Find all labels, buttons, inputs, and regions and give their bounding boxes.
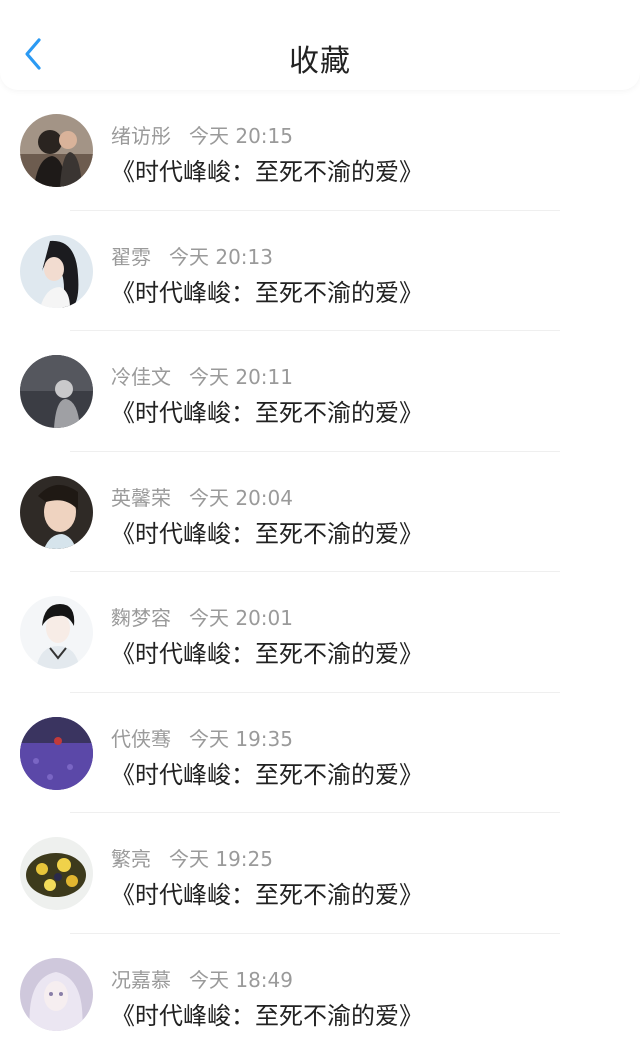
list-item[interactable]: 代侠骞 今天 19:35 《时代峰峻：至死不渝的爱》: [0, 693, 640, 813]
page-title: 收藏: [289, 44, 351, 79]
favorite-title[interactable]: 《时代峰峻：至死不渝的爱》: [111, 996, 423, 1031]
timestamp: 今天 18:49: [189, 967, 293, 992]
timestamp: 今天 20:11: [189, 365, 293, 389]
user-name: 绪访彤: [111, 124, 171, 148]
list-item[interactable]: 冷佳文 今天 20:11 《时代峰峻：至死不渝的爱》: [0, 331, 640, 452]
list-item[interactable]: 绪访彤 今天 20:15 《时代峰峻：至死不渝的爱》: [0, 90, 640, 211]
user-name: 翟雰: [111, 244, 151, 269]
timestamp: 今天 19:35: [189, 726, 293, 751]
top-bar: 收藏: [0, 0, 640, 90]
timestamp: 今天 20:04: [189, 485, 293, 510]
user-name: 英馨荣: [111, 485, 171, 510]
timestamp: 今天 20:13: [169, 244, 273, 269]
item-meta: 翟雰 今天 20:13: [111, 241, 273, 270]
list-item[interactable]: 繁亮 今天 19:25 《时代峰峻：至死不渝的爱》: [0, 813, 640, 934]
timestamp: 今天 20:01: [189, 606, 293, 630]
avatar[interactable]: [20, 716, 93, 790]
favorite-title[interactable]: 《时代峰峻：至死不渝的爱》: [111, 273, 423, 308]
item-meta: 冷佳文 今天 20:11: [111, 361, 293, 390]
avatar[interactable]: [20, 837, 93, 910]
item-meta: 况嘉慕 今天 18:49: [111, 964, 293, 993]
avatar[interactable]: [20, 114, 93, 187]
item-meta: 绪访彤 今天 20:15: [111, 120, 293, 149]
user-name: 冷佳文: [111, 365, 171, 389]
timestamp: 今天 20:15: [189, 124, 293, 148]
list-item[interactable]: 翟雰 今天 20:13 《时代峰峻：至死不渝的爱》: [0, 211, 640, 331]
user-name: 代侠骞: [111, 726, 171, 751]
favorite-title[interactable]: 《时代峰峻：至死不渝的爱》: [111, 514, 423, 549]
user-name: 麴梦容: [111, 606, 171, 630]
favorite-title[interactable]: 《时代峰峻：至死不渝的爱》: [111, 634, 423, 669]
user-name: 繁亮: [111, 847, 151, 871]
avatar[interactable]: [20, 957, 93, 1031]
list-item[interactable]: 麴梦容 今天 20:01 《时代峰峻：至死不渝的爱》: [0, 572, 640, 693]
favorites-list: 绪访彤 今天 20:15 《时代峰峻：至死不渝的爱》 翟雰 今天 20:13 《时代…: [0, 90, 640, 1054]
timestamp: 今天 19:25: [169, 847, 273, 871]
avatar[interactable]: [20, 234, 93, 308]
item-meta: 代侠骞 今天 19:35: [111, 723, 293, 752]
list-item[interactable]: 况嘉慕 今天 18:49 《时代峰峻：至死不渝的爱》: [0, 934, 640, 1054]
avatar[interactable]: [20, 596, 93, 669]
avatar[interactable]: [20, 355, 93, 428]
user-name: 况嘉慕: [111, 967, 171, 992]
favorite-title[interactable]: 《时代峰峻：至死不渝的爱》: [111, 875, 423, 910]
favorite-title[interactable]: 《时代峰峻：至死不渝的爱》: [111, 755, 423, 790]
favorite-title[interactable]: 《时代峰峻：至死不渝的爱》: [111, 152, 423, 187]
item-meta: 麴梦容 今天 20:01: [111, 602, 293, 631]
avatar[interactable]: [20, 475, 93, 549]
item-meta: 繁亮 今天 19:25: [111, 843, 273, 872]
favorites-page: 收藏 绪访彤 今天 20:15 《时代峰峻：至死不渝的爱》 翟雰 今天 20:1…: [0, 0, 640, 1054]
favorite-title[interactable]: 《时代峰峻：至死不渝的爱》: [111, 393, 423, 428]
list-item[interactable]: 英馨荣 今天 20:04 《时代峰峻：至死不渝的爱》: [0, 452, 640, 572]
item-meta: 英馨荣 今天 20:04: [111, 482, 293, 511]
